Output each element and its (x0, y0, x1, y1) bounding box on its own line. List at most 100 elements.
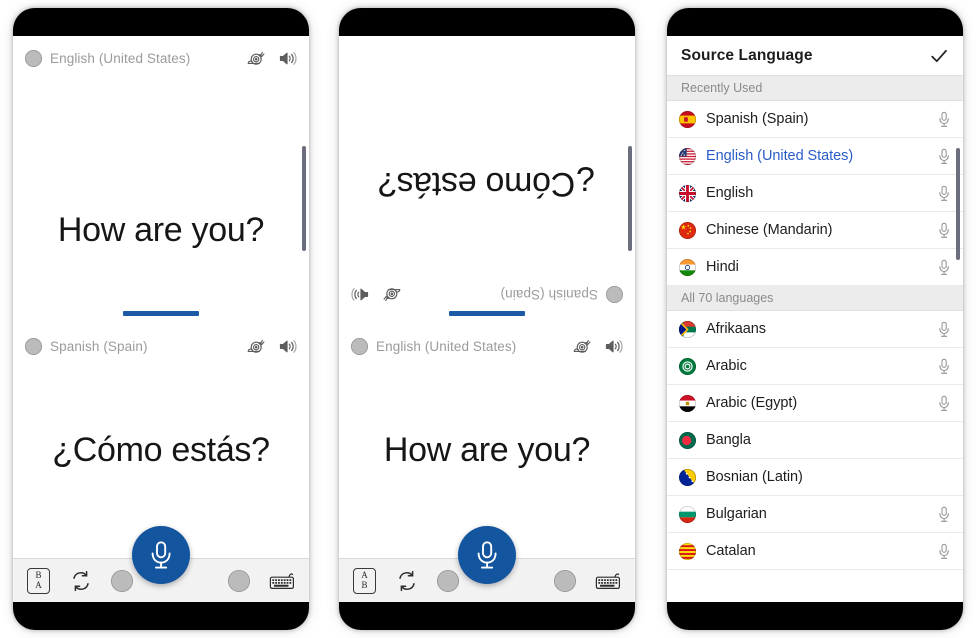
screenshot-root: English (United States) How are you? Spa… (0, 0, 978, 638)
p2-right-flag-button[interactable] (554, 569, 577, 592)
language-name-label: Bangla (706, 432, 751, 448)
language-list-item[interactable]: English (United States) (667, 138, 963, 175)
ab-bottom-letter: A (35, 579, 42, 590)
swap-languages-icon (395, 569, 419, 593)
phone-1-screen: English (United States) How are you? Spa… (13, 36, 309, 602)
mic-small-icon[interactable] (938, 358, 951, 375)
language-list-item[interactable]: Bosnian (Latin) (667, 459, 963, 496)
p1-target-language-label: Spanish (Spain) (50, 338, 148, 354)
language-name-label: Arabic (Egypt) (706, 395, 798, 411)
keyboard-icon (269, 572, 295, 590)
language-name-label: Bulgarian (706, 506, 767, 522)
phone-3: Source Language Recently Used Spanish (Sp… (667, 8, 963, 630)
p2-scrollbar-thumb[interactable] (628, 146, 632, 251)
language-list-item[interactable]: English (667, 175, 963, 212)
ab-swap-icon: A B (353, 567, 376, 594)
p1-target-text: ¿Cómo estás? (52, 431, 270, 469)
p1-translate-mode-button[interactable]: B A (27, 567, 50, 594)
p2-mic-button[interactable] (458, 526, 516, 584)
flag-ba-icon (679, 468, 696, 486)
mic-small-icon[interactable] (938, 259, 951, 276)
flag-es-icon (679, 110, 696, 128)
language-name-label: Afrikaans (706, 321, 766, 337)
flag-us-icon (351, 337, 368, 355)
snail-icon[interactable] (247, 339, 265, 354)
mic-small-icon[interactable] (938, 543, 951, 560)
p2-swap-button[interactable] (395, 569, 419, 593)
p2-source-language-label: Spanish (Spain) (500, 287, 598, 303)
mic-small-icon[interactable] (938, 321, 951, 338)
p2-translate-mode-button[interactable]: A B (353, 567, 376, 594)
mic-small-icon[interactable] (938, 395, 951, 412)
speaker-icon[interactable] (279, 339, 297, 354)
p1-source-language-label: English (United States) (50, 50, 191, 66)
phone-2: ¿Cómo estás? Spanish (Spain) English (Un… (339, 8, 635, 630)
flag-us-icon (111, 569, 134, 592)
ab-swap-icon: B A (27, 567, 50, 594)
language-list[interactable]: Recently Used Spanish (Spain) English (Uni… (667, 76, 963, 570)
flag-es-icon (228, 569, 251, 592)
flag-es-icon (25, 337, 42, 355)
flag-us-icon (25, 49, 42, 67)
language-list-item[interactable]: Spanish (Spain) (667, 101, 963, 138)
p2-target-langbar[interactable]: English (United States) (339, 332, 635, 360)
flag-es-icon (554, 569, 577, 592)
p3-scrollbar-thumb[interactable] (956, 148, 960, 260)
p1-keyboard-button[interactable] (269, 572, 295, 590)
phone-3-screen: Source Language Recently Used Spanish (Sp… (667, 36, 963, 602)
language-name-label: Catalan (706, 543, 756, 559)
snail-icon[interactable] (383, 288, 401, 303)
p1-mic-button[interactable] (132, 526, 190, 584)
flag-us-icon (679, 147, 696, 165)
language-list-item[interactable]: Hindi (667, 249, 963, 286)
language-list-item[interactable]: Catalan (667, 533, 963, 570)
flag-eg-icon (679, 394, 696, 412)
speaker-icon[interactable] (279, 51, 297, 66)
flag-gb-icon (679, 184, 696, 202)
language-list-item[interactable]: Bangla (667, 422, 963, 459)
mic-small-icon[interactable] (938, 506, 951, 523)
language-name-label: Spanish (Spain) (706, 111, 809, 127)
language-name-label: English (706, 185, 754, 201)
p2-target-language-label: English (United States) (376, 338, 517, 354)
p2-source-langbar[interactable]: Spanish (Spain) (339, 281, 635, 309)
p1-source-text: How are you? (57, 211, 265, 249)
check-icon[interactable] (929, 46, 949, 66)
language-name-label: Arabic (706, 358, 747, 374)
page-title: Source Language (681, 46, 813, 64)
snail-icon[interactable] (573, 339, 591, 354)
p1-swap-button[interactable] (69, 569, 93, 593)
mic-small-icon[interactable] (938, 111, 951, 128)
p1-target-langbar[interactable]: Spanish (Spain) (13, 332, 309, 360)
p1-left-flag-button[interactable] (111, 569, 134, 592)
p2-left-flag-button[interactable] (437, 569, 460, 592)
ab-bottom-letter: B (361, 579, 368, 590)
flag-ct-icon (679, 542, 696, 560)
p1-scrollbar-thumb[interactable] (302, 146, 306, 251)
p1-right-flag-button[interactable] (228, 569, 251, 592)
language-list-item[interactable]: Arabic (667, 348, 963, 385)
flag-bd-icon (679, 431, 696, 449)
p1-source-langbar[interactable]: English (United States) (13, 44, 309, 72)
language-picker-header: Source Language (667, 36, 963, 76)
speaker-icon[interactable] (605, 339, 623, 354)
mic-small-icon[interactable] (938, 222, 951, 239)
language-list-item[interactable]: Afrikaans (667, 311, 963, 348)
mic-small-icon[interactable] (938, 185, 951, 202)
svg-text:★: ★ (680, 222, 686, 231)
language-section-header: All 70 languages (667, 286, 963, 311)
p2-keyboard-button[interactable] (595, 572, 621, 590)
language-list-item[interactable]: Bulgarian (667, 496, 963, 533)
p2-target-text: How are you? (383, 431, 591, 469)
speaker-icon[interactable] (351, 288, 369, 303)
flag-us-icon (437, 569, 460, 592)
language-name-label: English (United States) (706, 148, 854, 164)
p2-divider (449, 311, 525, 316)
language-list-item[interactable]: Arabic (Egypt) (667, 385, 963, 422)
flag-ar-icon (679, 357, 696, 375)
mic-small-icon[interactable] (938, 148, 951, 165)
keyboard-icon (595, 572, 621, 590)
snail-icon[interactable] (247, 51, 265, 66)
language-list-item[interactable]: ★ Chinese (Mandarin) (667, 212, 963, 249)
p2-source-text: ¿Cómo estás? (378, 165, 596, 204)
